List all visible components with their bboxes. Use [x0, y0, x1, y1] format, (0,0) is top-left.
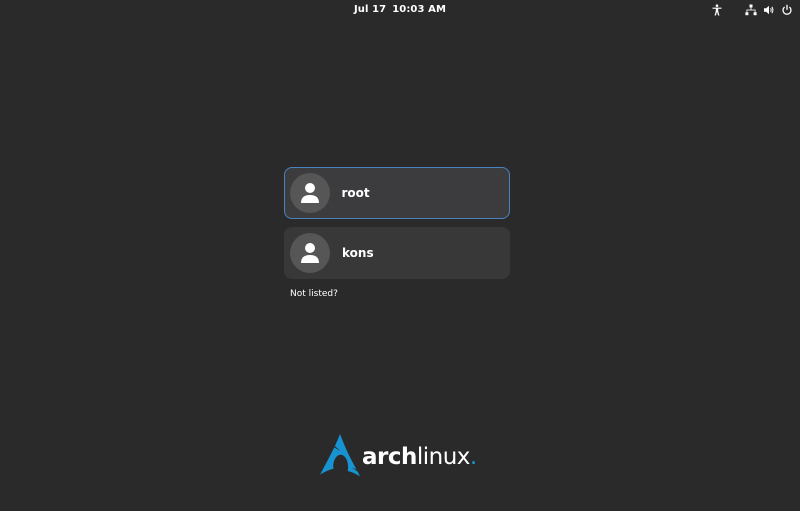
clock-time: 10:03 AM [392, 4, 447, 15]
accessibility-icon[interactable] [710, 3, 724, 17]
logo-word-arch: arch [362, 444, 417, 470]
logo-word-linux: linux [416, 444, 471, 470]
logo-wordmark: archlinux. [362, 442, 477, 472]
network-wired-icon[interactable] [744, 3, 758, 17]
arch-linux-logo: archlinux. [320, 434, 480, 482]
user-item-root[interactable]: root [284, 167, 510, 219]
not-listed-button[interactable]: Not listed? [290, 289, 338, 299]
user-avatar-icon [289, 173, 330, 213]
logo-dot: . [469, 444, 477, 470]
clock-button[interactable]: Jul 17 10:03 AM [0, 4, 800, 15]
user-name: root [341, 186, 370, 200]
user-list: root kons [284, 167, 510, 287]
top-bar: Jul 17 10:03 AM [0, 0, 800, 20]
user-name: kons [342, 246, 374, 260]
clock-date: Jul 17 [353, 4, 387, 15]
power-icon[interactable] [780, 3, 794, 17]
user-avatar-icon [290, 233, 330, 273]
arch-logo-icon [320, 434, 360, 477]
user-item-kons[interactable]: kons [284, 227, 510, 279]
volume-icon[interactable] [762, 3, 776, 17]
system-indicators[interactable] [710, 3, 800, 17]
